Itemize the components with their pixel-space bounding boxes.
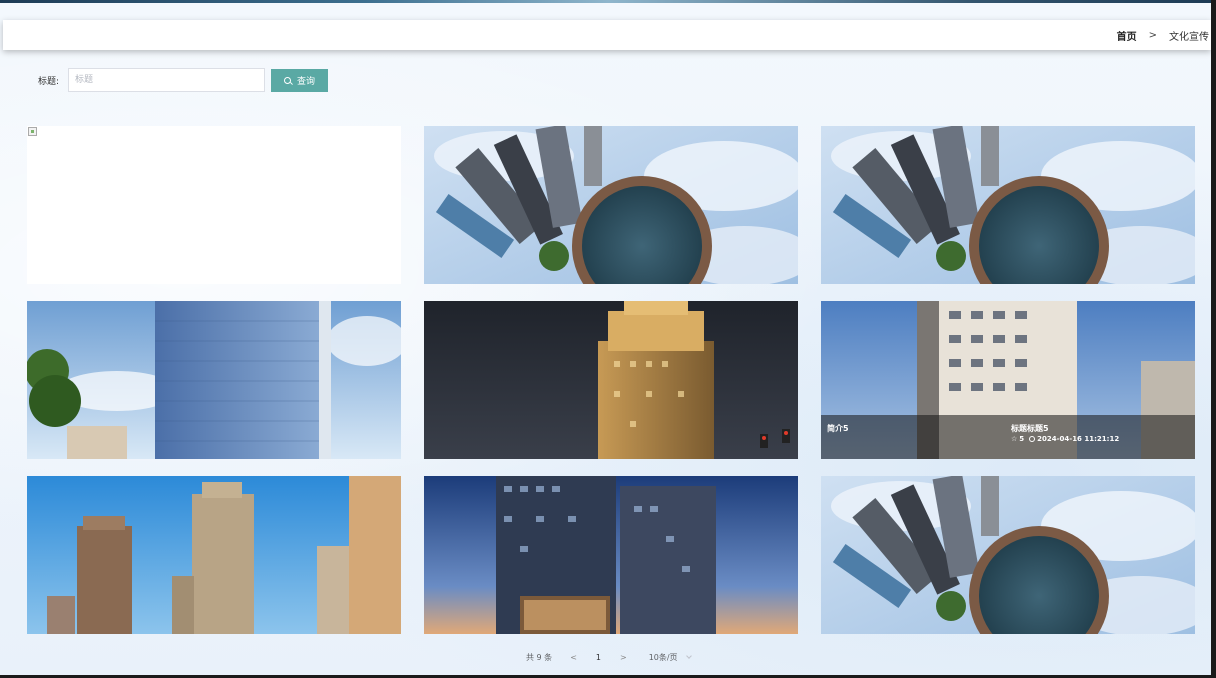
gallery-card[interactable]	[424, 301, 798, 459]
title-filter-label: 标题:	[38, 76, 60, 87]
query-button[interactable]: 查询	[271, 68, 329, 92]
glass-office-tower-image	[27, 301, 401, 459]
gallery-card[interactable]	[424, 476, 798, 634]
gallery-card-with-overlay[interactable]: 简介5 标题标题5 ☆ 5 2024-04-16 11:21:12	[821, 301, 1195, 459]
clock-icon	[1029, 436, 1036, 442]
residential-highrises-image	[27, 476, 401, 634]
tiny-planet-city-image	[821, 476, 1195, 634]
window-edge-right	[1211, 0, 1216, 678]
card-grid: 简介5 标题标题5 ☆ 5 2024-04-16 11:21:12	[27, 126, 1195, 634]
gallery-card[interactable]	[27, 301, 401, 459]
gallery-card[interactable]	[424, 126, 798, 284]
gallery-card[interactable]	[821, 126, 1195, 284]
tiny-planet-city-image	[424, 126, 798, 284]
pagination-prev-button[interactable]: <	[570, 653, 577, 662]
card-info-overlay: 简介5 标题标题5 ☆ 5 2024-04-16 11:21:12	[821, 415, 1195, 459]
breadcrumb: 首页 > 文化宣传	[1117, 28, 1209, 43]
pagination-next-button[interactable]: >	[620, 653, 627, 662]
dusk-office-towers-image	[424, 476, 798, 634]
breadcrumb-current: 文化宣传	[1169, 31, 1209, 43]
night-lit-tower-image	[424, 301, 798, 459]
gallery-card[interactable]	[27, 476, 401, 634]
title-search-input[interactable]	[68, 68, 266, 92]
search-icon	[284, 76, 292, 84]
gallery-card[interactable]	[27, 126, 401, 284]
top-banner-strip	[0, 0, 1216, 3]
card-timestamp: 2024-04-16 11:21:12	[1037, 435, 1120, 443]
chevron-down-icon	[685, 653, 692, 659]
search-row: 标题: 查询	[38, 68, 329, 92]
broken-image-icon	[28, 127, 37, 136]
pagination-page-1[interactable]: 1	[596, 653, 601, 662]
card-meta: ☆ 5 2024-04-16 11:21:12	[1011, 435, 1119, 443]
header-bar: 首页 > 文化宣传	[3, 20, 1211, 50]
card-star-count: 5	[1019, 435, 1025, 443]
tiny-planet-city-image	[821, 126, 1195, 284]
page-size-select[interactable]: 10条/页	[648, 652, 692, 663]
pagination: 共 9 条 < 1 > 10条/页	[526, 652, 692, 663]
star-icon: ☆	[1011, 435, 1018, 443]
breadcrumb-separator: >	[1148, 29, 1157, 41]
breadcrumb-home[interactable]: 首页	[1117, 28, 1137, 43]
gallery-card[interactable]	[821, 476, 1195, 634]
card-description: 简介5	[827, 424, 849, 433]
query-button-label: 查询	[297, 76, 316, 87]
card-title: 标题标题5	[1011, 424, 1049, 433]
pagination-total: 共 9 条	[526, 653, 553, 662]
page-size-value: 10条/页	[648, 653, 678, 662]
